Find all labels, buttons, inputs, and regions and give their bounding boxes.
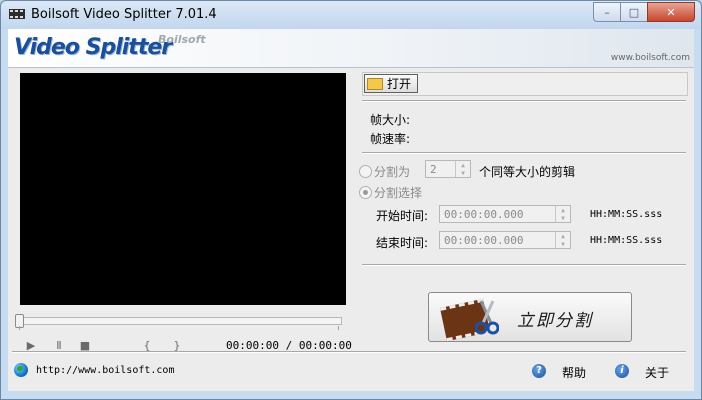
header-banner: Video Splitter Boilsoft www.boilsoft.com — [8, 29, 694, 68]
frame-rate-label: 帧速率: — [370, 132, 411, 146]
split-now-button[interactable]: 立即分割 — [428, 292, 632, 342]
info-icon[interactable]: i — [615, 364, 629, 378]
close-button[interactable]: ✕ — [647, 2, 695, 22]
video-preview — [20, 73, 346, 305]
footer-divider — [12, 351, 686, 353]
split-count-value: 2 — [430, 162, 437, 176]
start-time-value: 00:00:00.000 — [444, 207, 524, 221]
brand-label: Boilsoft — [158, 33, 206, 46]
help-link[interactable]: 帮助 — [562, 364, 586, 381]
open-button[interactable]: 打开 — [364, 74, 418, 93]
split-into-label: 分割为 — [374, 165, 411, 179]
seek-tick — [19, 326, 20, 330]
end-time-label: 结束时间: — [376, 236, 429, 250]
globe-icon — [14, 363, 28, 377]
start-time-input[interactable]: 00:00:00.000 ▲ ▼ — [439, 205, 571, 223]
divider — [362, 264, 686, 266]
divider — [362, 152, 686, 154]
banner-url: www.boilsoft.com — [610, 53, 690, 63]
start-format-hint: HH:MM:SS.sss — [590, 209, 663, 220]
open-label: 打开 — [387, 77, 412, 91]
stepper-arrows-icon[interactable]: ▲ ▼ — [555, 232, 570, 248]
client-area: Video Splitter Boilsoft www.boilsoft.com… — [8, 29, 694, 391]
frame-size-label: 帧大小: — [370, 113, 411, 127]
split-count-stepper[interactable]: 2 ▲ ▼ — [425, 160, 471, 178]
start-time-label: 开始时间: — [376, 209, 429, 223]
window-title: Boilsoft Video Splitter 7.01.4 — [31, 7, 217, 22]
end-time-value: 00:00:00.000 — [444, 233, 524, 247]
stepper-arrows-icon[interactable]: ▲ ▼ — [555, 206, 570, 222]
split-into-radio[interactable] — [359, 165, 372, 178]
about-link[interactable]: 关于 — [645, 364, 669, 381]
end-time-input[interactable]: 00:00:00.000 ▲ ▼ — [439, 231, 571, 249]
main-window: Boilsoft Video Splitter 7.01.4 – □ ✕ Vid… — [0, 0, 702, 400]
split-selection-label: 分割选择 — [374, 186, 423, 200]
seek-tick — [338, 326, 339, 330]
title-bar: Boilsoft Video Splitter 7.01.4 – □ ✕ — [1, 1, 701, 29]
help-icon[interactable]: ? — [532, 364, 546, 378]
split-now-label: 立即分割 — [517, 311, 593, 331]
scissors-icon — [475, 300, 499, 335]
folder-icon — [367, 77, 383, 90]
website-link[interactable]: http://www.boilsoft.com — [36, 365, 174, 376]
minimize-button[interactable]: – — [593, 2, 621, 22]
seek-track[interactable] — [18, 317, 342, 325]
end-format-hint: HH:MM:SS.sss — [590, 235, 663, 246]
split-into-suffix: 个同等大小的剪辑 — [479, 165, 576, 179]
app-icon — [9, 9, 25, 19]
stepper-arrows-icon[interactable]: ▲ ▼ — [455, 161, 470, 177]
maximize-button[interactable]: □ — [620, 2, 648, 22]
split-selection-radio[interactable] — [359, 186, 372, 199]
divider — [362, 100, 686, 102]
product-logo: Video Splitter — [14, 35, 172, 60]
